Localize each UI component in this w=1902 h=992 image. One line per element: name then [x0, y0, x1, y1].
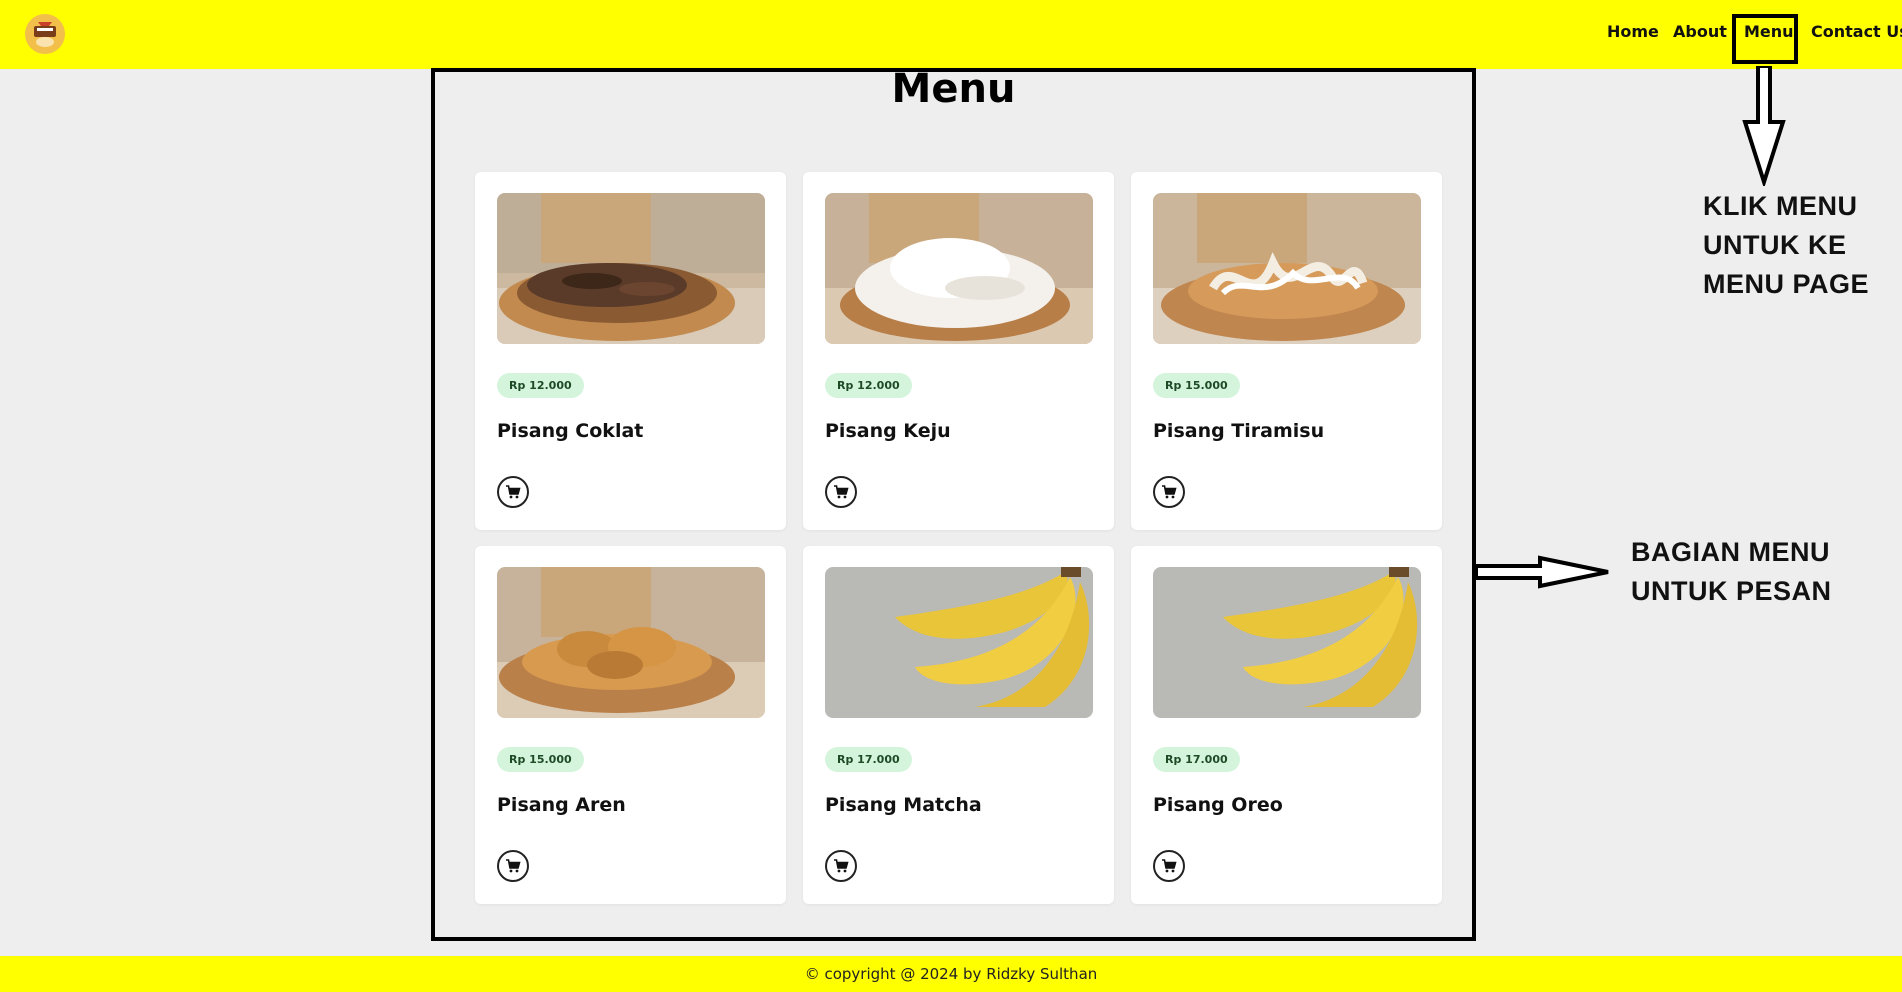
aren-banana-photo-icon: [497, 567, 765, 718]
banana-bunch-photo-icon: [1153, 567, 1421, 718]
product-name: Pisang Tiramisu: [1153, 420, 1325, 442]
price-badge: Rp 15.000: [1153, 373, 1240, 398]
nav-about[interactable]: About: [1673, 22, 1727, 41]
cheese-banana-photo-icon: [825, 193, 1093, 344]
cart-icon: [834, 859, 849, 873]
cart-icon: [1162, 859, 1177, 873]
menu-card: Rp 12.000 Pisang Keju: [803, 172, 1114, 530]
page: Home About Menu Contact Us Menu Rp 12.00…: [0, 0, 1902, 992]
nav-home[interactable]: Home: [1607, 22, 1659, 41]
menu-card: Rp 17.000 Pisang Oreo: [1131, 546, 1442, 904]
product-name: Pisang Keju: [825, 420, 951, 442]
product-name: Pisang Aren: [497, 794, 626, 816]
menu-annotation: KLIK MENU UNTUK KE MENU PAGE: [1703, 187, 1869, 304]
tiramisu-banana-photo-icon: [1153, 193, 1421, 344]
footer-bar: © copyright @ 2024 by Ridzky Sulthan: [0, 956, 1902, 992]
product-name: Pisang Coklat: [497, 420, 644, 442]
product-image: [825, 193, 1093, 344]
product-image: [825, 567, 1093, 718]
product-image: [1153, 567, 1421, 718]
nav-contact-us[interactable]: Contact Us: [1811, 22, 1902, 41]
logo-icon: [25, 14, 65, 54]
menu-card: Rp 12.000 Pisang Coklat: [475, 172, 786, 530]
cart-icon: [1162, 485, 1177, 499]
price-badge: Rp 15.000: [497, 747, 584, 772]
menu-section: Menu Rp 12.000 Pisang Coklat Rp 12.000 P…: [431, 66, 1476, 941]
logo[interactable]: [25, 14, 65, 54]
page-title: Menu: [891, 66, 1016, 112]
cart-icon: [506, 859, 521, 873]
price-badge: Rp 17.000: [825, 747, 912, 772]
add-to-cart-button[interactable]: [497, 476, 529, 508]
add-to-cart-button[interactable]: [1153, 850, 1185, 882]
down-arrow-icon: [1742, 66, 1786, 186]
right-arrow-icon: [1474, 555, 1609, 589]
section-annotation-line: BAGIAN MENU: [1631, 537, 1830, 567]
menu-card: Rp 17.000 Pisang Matcha: [803, 546, 1114, 904]
product-image: [1153, 193, 1421, 344]
add-to-cart-button[interactable]: [1153, 476, 1185, 508]
copyright-text: © copyright @ 2024 by Ridzky Sulthan: [804, 965, 1098, 983]
menu-card: Rp 15.000 Pisang Tiramisu: [1131, 172, 1442, 530]
product-name: Pisang Matcha: [825, 794, 982, 816]
section-annotation: BAGIAN MENU UNTUK PESAN: [1631, 533, 1832, 611]
menu-highlight-box: [1732, 14, 1798, 64]
add-to-cart-button[interactable]: [825, 850, 857, 882]
add-to-cart-button[interactable]: [825, 476, 857, 508]
header-bar: Home About Menu Contact Us: [0, 0, 1902, 69]
product-image: [497, 193, 765, 344]
add-to-cart-button[interactable]: [497, 850, 529, 882]
menu-annotation-line: UNTUK KE: [1703, 230, 1847, 260]
menu-annotation-line: MENU PAGE: [1703, 269, 1870, 299]
banana-bunch-photo-icon: [825, 567, 1093, 718]
price-badge: Rp 12.000: [825, 373, 912, 398]
section-annotation-line: UNTUK PESAN: [1631, 576, 1832, 606]
menu-annotation-line: KLIK MENU: [1703, 191, 1858, 221]
price-badge: Rp 12.000: [497, 373, 584, 398]
product-name: Pisang Oreo: [1153, 794, 1283, 816]
cart-icon: [834, 485, 849, 499]
cart-icon: [506, 485, 521, 499]
menu-card: Rp 15.000 Pisang Aren: [475, 546, 786, 904]
chocolate-banana-photo-icon: [497, 193, 765, 344]
product-image: [497, 567, 765, 718]
price-badge: Rp 17.000: [1153, 747, 1240, 772]
